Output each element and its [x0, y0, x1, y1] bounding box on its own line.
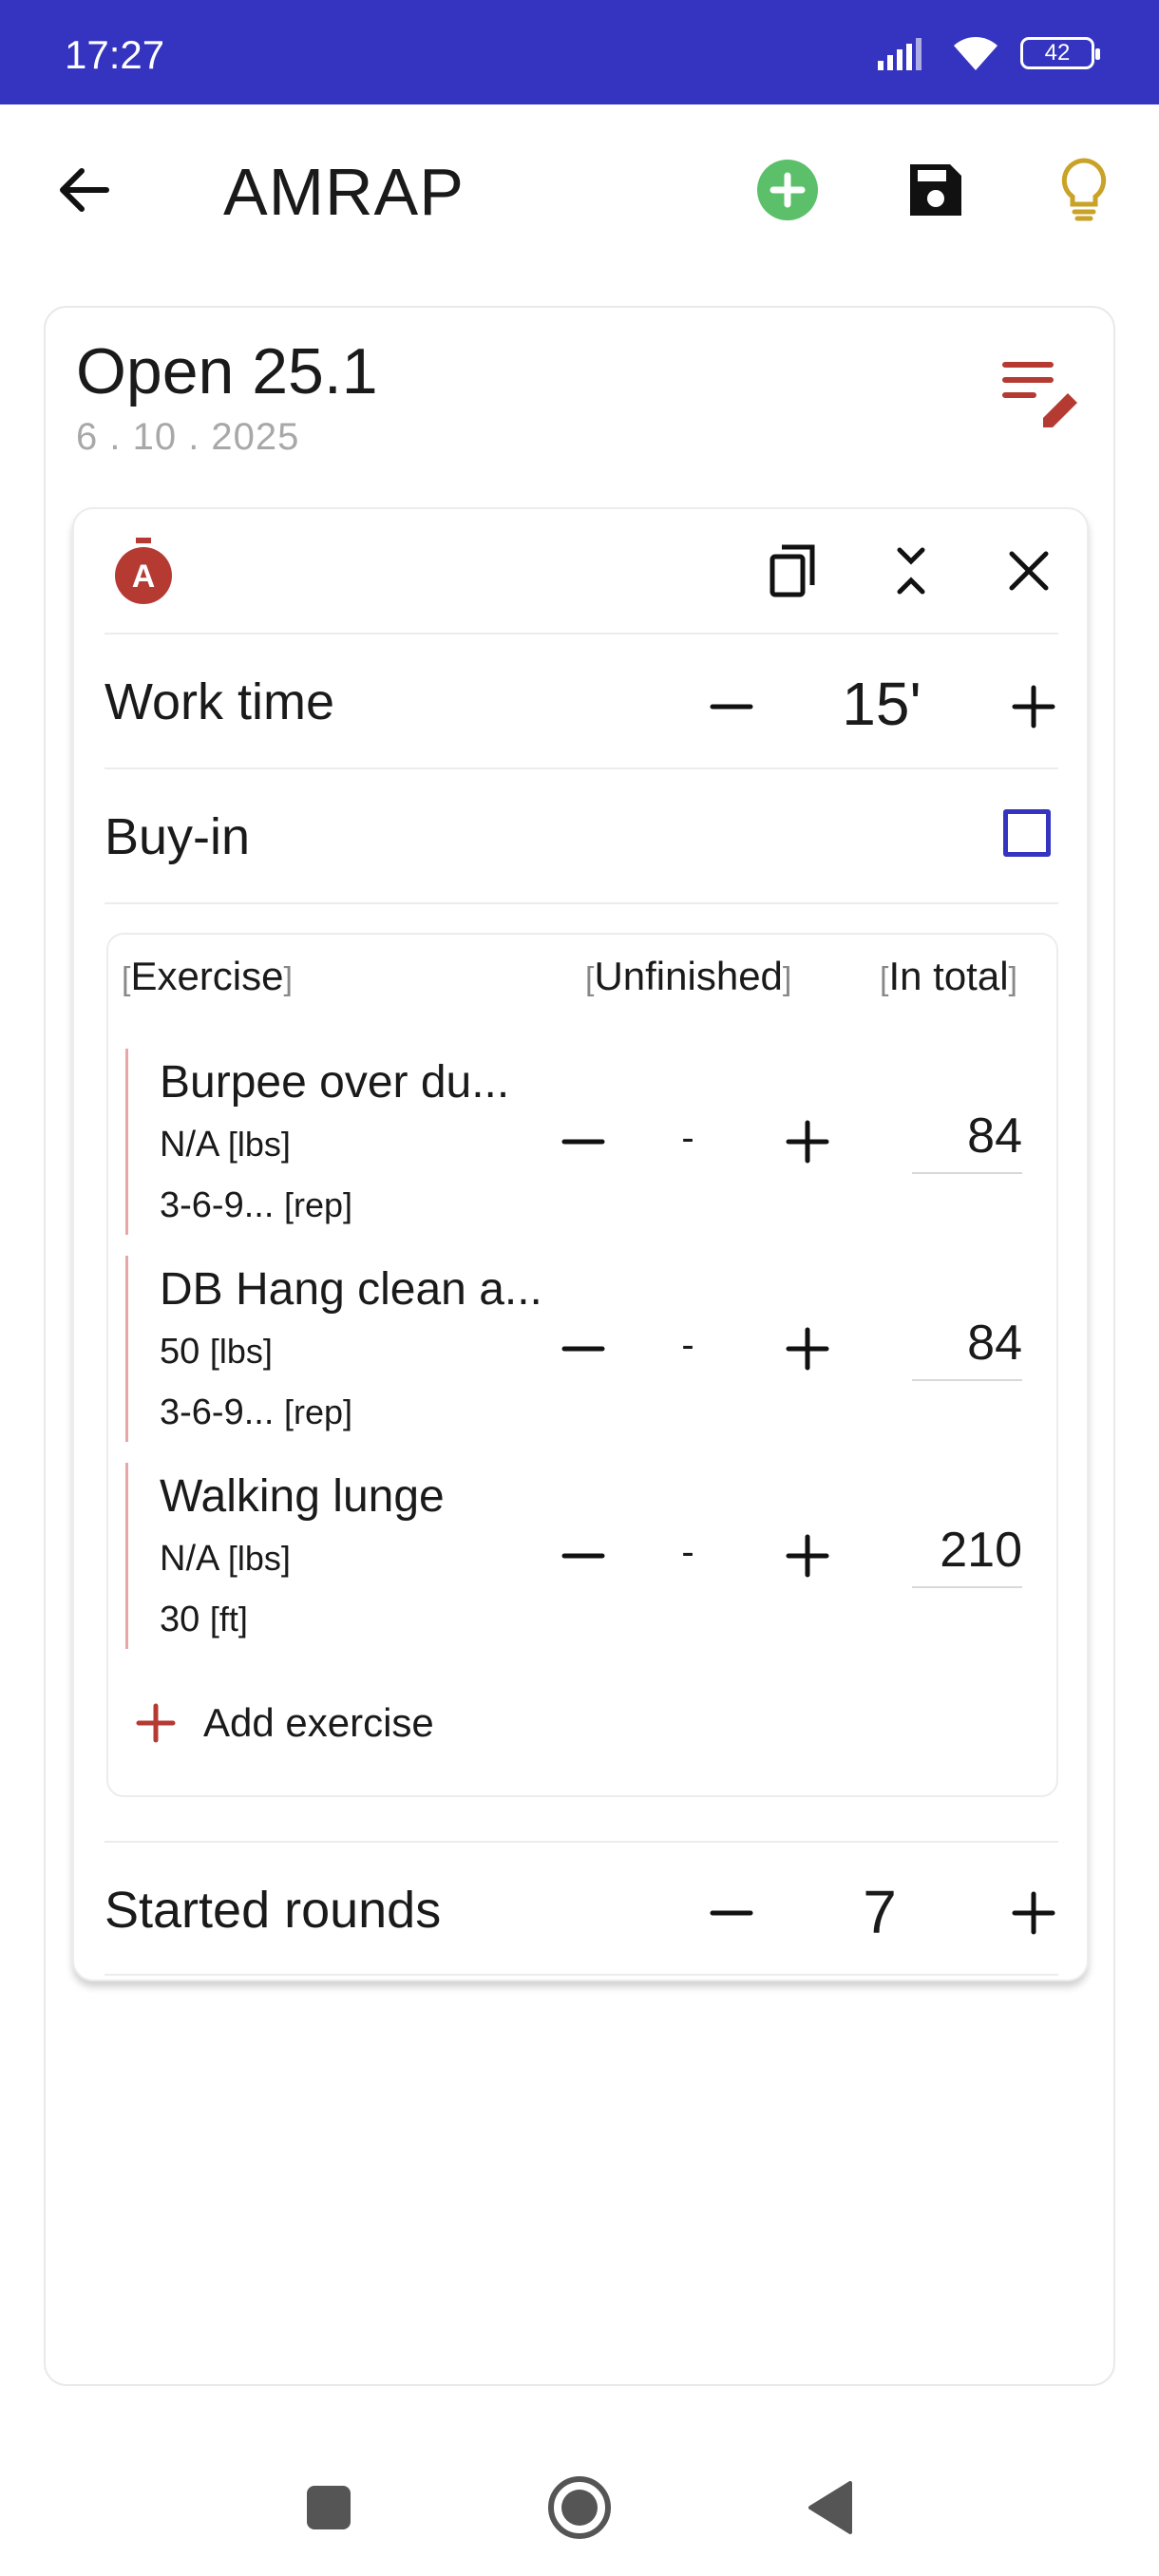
triangle-icon: [808, 2481, 852, 2534]
started-rounds-label: Started rounds: [104, 1882, 442, 1939]
work-time-label: Work time: [104, 673, 335, 730]
buy-in-checkbox[interactable]: [1003, 809, 1051, 857]
status-bar: 17:27 42: [0, 0, 1159, 104]
buy-in-label: Buy-in: [104, 808, 251, 865]
column-header-unfinished: [Unfinished]: [585, 954, 792, 998]
unfinished-increase-button[interactable]: [781, 1115, 834, 1168]
unfinished-value: -: [681, 1117, 694, 1159]
exercise-accent-bar: [125, 1049, 128, 1235]
save-button[interactable]: [902, 157, 969, 223]
system-nav-bar: [0, 2432, 1159, 2576]
in-total-field[interactable]: 84: [912, 1315, 1022, 1381]
workout-container: Open 25.1 6 . 10 . 2025 A Work time 15' …: [44, 306, 1115, 2386]
workout-date: 6 . 10 . 2025: [76, 416, 300, 458]
add-exercise-label: Add exercise: [203, 1700, 434, 1745]
add-circle-icon: [757, 160, 818, 220]
tips-button[interactable]: [1051, 157, 1117, 223]
exercise-table: [Exercise] [Unfinished] [In total] Burpe…: [106, 933, 1058, 1797]
exercise-weight: 50 [lbs]: [160, 1332, 273, 1372]
divider: [104, 767, 1058, 769]
lightbulb-icon: [1061, 158, 1107, 221]
recents-button[interactable]: [291, 2470, 367, 2546]
exercise-reps: 3-6-9... [rep]: [160, 1185, 352, 1225]
exercise-row[interactable]: Burpee over du... N/A [lbs] 3-6-9... [re…: [108, 1049, 1056, 1239]
back-button[interactable]: [792, 2470, 868, 2546]
remove-block-button[interactable]: [996, 536, 1062, 606]
signal-icon: [878, 38, 922, 70]
close-icon: [1009, 551, 1049, 591]
work-time-increase-button[interactable]: [1005, 678, 1062, 735]
exercise-reps: 3-6-9... [rep]: [160, 1392, 352, 1432]
amrap-block-card: A Work time 15' Buy-in [Exercise] [Unfin…: [72, 507, 1089, 1981]
unfinished-value: -: [681, 1531, 694, 1573]
exercise-weight: N/A [lbs]: [160, 1539, 291, 1579]
page-title: AMRAP: [223, 155, 465, 229]
collapse-icon: [897, 547, 925, 595]
unfinished-decrease-button[interactable]: [557, 1529, 610, 1582]
app-bar: AMRAP: [0, 104, 1159, 275]
exercise-name: Burpee over du...: [160, 1057, 510, 1108]
column-header-in-total: [In total]: [880, 954, 1017, 998]
edit-notes-icon[interactable]: [1001, 355, 1083, 431]
unfinished-decrease-button[interactable]: [557, 1322, 610, 1375]
exercise-row[interactable]: Walking lunge N/A [lbs] 30 [ft] - 210: [108, 1463, 1056, 1653]
started-rounds-decrease-button[interactable]: [703, 1885, 760, 1941]
divider: [104, 633, 1058, 635]
exercise-name: Walking lunge: [160, 1471, 445, 1522]
in-total-field[interactable]: 84: [912, 1108, 1022, 1174]
circle-icon: [548, 2476, 611, 2539]
duplicate-button[interactable]: [760, 536, 826, 606]
copy-icon: [770, 544, 815, 597]
svg-text:A: A: [132, 559, 156, 595]
exercise-name: DB Hang clean a...: [160, 1264, 542, 1315]
amrap-timer-icon: A: [110, 536, 177, 606]
started-rounds-increase-button[interactable]: [1005, 1885, 1062, 1941]
square-icon: [307, 2486, 351, 2529]
started-rounds-value: 7: [863, 1878, 897, 1946]
back-arrow-icon[interactable]: [55, 161, 112, 218]
home-button[interactable]: [542, 2470, 618, 2546]
column-header-exercise: [Exercise]: [122, 954, 293, 998]
work-time-decrease-button[interactable]: [703, 678, 760, 735]
exercise-reps: 30 [ft]: [160, 1600, 248, 1639]
battery-level: 42: [1044, 40, 1071, 66]
card-toolbar: A: [74, 509, 1087, 633]
unfinished-value: -: [681, 1324, 694, 1366]
plus-icon: [136, 1703, 176, 1743]
battery-icon: 42: [1020, 37, 1100, 69]
save-icon: [910, 164, 961, 216]
add-button[interactable]: [754, 157, 821, 223]
collapse-button[interactable]: [878, 536, 944, 606]
in-total-field[interactable]: 210: [912, 1522, 1022, 1588]
divider: [104, 1841, 1058, 1843]
work-time-value: 15': [842, 670, 922, 738]
exercise-weight: N/A [lbs]: [160, 1125, 291, 1165]
wifi-icon: [954, 37, 998, 70]
add-exercise-button[interactable]: Add exercise: [135, 1695, 434, 1752]
divider: [104, 902, 1058, 904]
status-icons: 42: [878, 34, 1100, 72]
exercise-accent-bar: [125, 1256, 128, 1442]
workout-name: Open 25.1: [76, 335, 378, 407]
exercise-row[interactable]: DB Hang clean a... 50 [lbs] 3-6-9... [re…: [108, 1256, 1056, 1446]
unfinished-increase-button[interactable]: [781, 1322, 834, 1375]
divider: [104, 1974, 1058, 1976]
exercise-accent-bar: [125, 1463, 128, 1649]
status-time: 17:27: [65, 32, 165, 77]
unfinished-decrease-button[interactable]: [557, 1115, 610, 1168]
unfinished-increase-button[interactable]: [781, 1529, 834, 1582]
